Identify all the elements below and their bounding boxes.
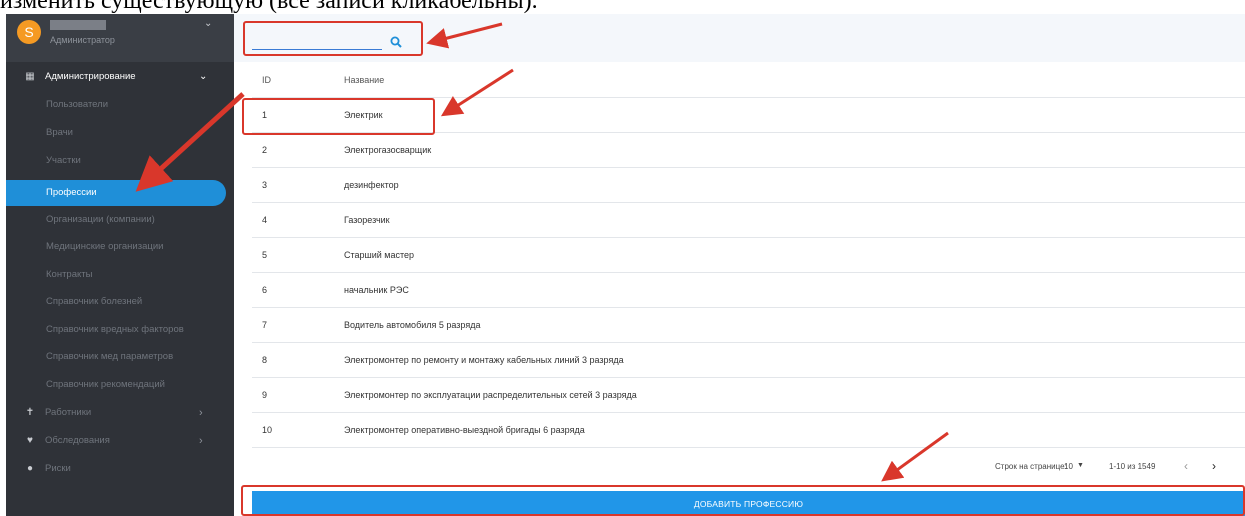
- rows-per-page-select[interactable]: 10: [1064, 462, 1073, 471]
- sidebar: S Администратор ⌄ ▦ Администрирование ⌄ …: [6, 14, 234, 516]
- table-row[interactable]: 7 Водитель автомобиля 5 разряда: [252, 308, 1245, 343]
- sidebar-item-professions[interactable]: Профессии: [6, 180, 226, 206]
- chevron-right-icon: ›: [199, 435, 203, 447]
- search-icon[interactable]: [390, 36, 402, 48]
- add-profession-button[interactable]: ДОБАВИТЬ ПРОФЕССИЮ: [252, 491, 1245, 516]
- chevron-right-icon: ›: [199, 407, 203, 419]
- table-row[interactable]: 1 Электрик: [252, 98, 1245, 133]
- sidebar-item-organizations[interactable]: Организации (компании): [6, 207, 234, 233]
- table-row[interactable]: 5 Старший мастер: [252, 238, 1245, 273]
- sidebar-item-recommendations[interactable]: Справочник рекомендаций: [6, 372, 234, 398]
- page-range: 1-10 из 1549: [1109, 462, 1156, 471]
- sidebar-item-med-params[interactable]: Справочник мед параметров: [6, 344, 234, 370]
- rows-per-page-label: Строк на странице:: [995, 462, 1067, 471]
- sidebar-section-admin[interactable]: ▦ Администрирование ⌄: [6, 64, 234, 90]
- table-row[interactable]: 3 дезинфектор: [252, 168, 1245, 203]
- pagination: Строк на странице: 10 ▼ 1-10 из 1549 ‹ ›: [252, 450, 1245, 484]
- alert-icon: ●: [26, 463, 34, 474]
- chevron-down-icon[interactable]: ⌄: [204, 18, 212, 29]
- user-name-redacted: [50, 20, 106, 30]
- table-row[interactable]: 4 Газорезчик: [252, 203, 1245, 238]
- chevron-down-icon: ⌄: [199, 71, 208, 82]
- column-header-id[interactable]: ID: [262, 62, 271, 98]
- sidebar-item-exams[interactable]: ♥ Обследования ›: [6, 428, 234, 454]
- table-row[interactable]: 2 Электрогазосварщик: [252, 133, 1245, 168]
- table-row[interactable]: 8 Электромонтер по ремонту и монтажу кабе…: [252, 343, 1245, 378]
- sidebar-item-districts[interactable]: Участки: [6, 148, 234, 174]
- sidebar-item-contracts[interactable]: Контракты: [6, 262, 234, 288]
- sidebar-item-workers[interactable]: ✝ Работники ›: [6, 400, 234, 426]
- avatar: S: [17, 20, 41, 44]
- sidebar-item-doctors[interactable]: Врачи: [6, 120, 234, 146]
- user-role: Администратор: [50, 35, 115, 45]
- main-content: ID Название 1 Электрик 2 Электрогазосварщи…: [234, 14, 1245, 516]
- sidebar-item-medical-orgs[interactable]: Медицинские организации: [6, 234, 234, 260]
- column-header-name[interactable]: Название: [344, 62, 384, 98]
- search-bar: [234, 14, 1245, 62]
- sidebar-item-users[interactable]: Пользователи: [6, 92, 234, 118]
- person-icon: ✝: [25, 407, 35, 418]
- dashboard-icon: ▦: [25, 71, 35, 82]
- user-panel[interactable]: S Администратор ⌄: [6, 14, 234, 62]
- sidebar-item-risks[interactable]: ● Риски: [6, 456, 234, 482]
- table-header: ID Название: [252, 62, 1245, 98]
- table-row[interactable]: 6 начальник РЭС: [252, 273, 1245, 308]
- prev-page-icon[interactable]: ‹: [1184, 459, 1188, 473]
- search-input[interactable]: [252, 32, 382, 50]
- next-page-icon[interactable]: ›: [1212, 459, 1216, 473]
- table-row[interactable]: 10 Электромонтер оперативно-выездной бриг…: [252, 413, 1245, 448]
- caption-text: изменить существующую (все записи кликаб…: [0, 0, 538, 14]
- caret-down-icon[interactable]: ▼: [1077, 462, 1084, 469]
- sidebar-item-hazard-factors[interactable]: Справочник вредных факторов: [6, 317, 234, 343]
- heart-icon: ♥: [27, 435, 33, 446]
- table-row[interactable]: 9 Электромонтер по эксплуатации распредел…: [252, 378, 1245, 413]
- sidebar-item-diseases[interactable]: Справочник болезней: [6, 289, 234, 315]
